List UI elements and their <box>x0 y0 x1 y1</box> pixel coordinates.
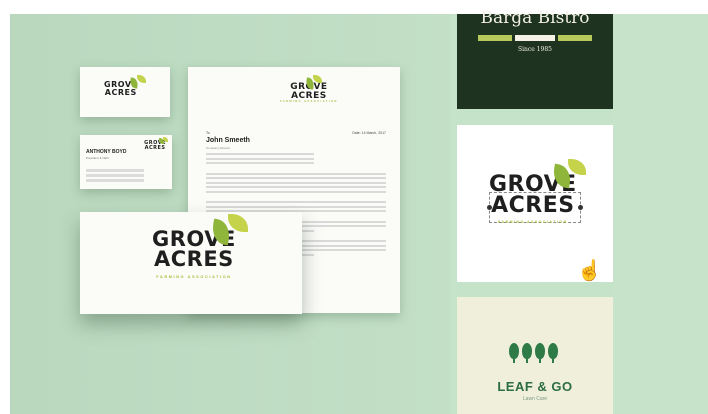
logo-word-acres: ACRES <box>491 192 575 218</box>
bistro-title: Barga Bistro <box>480 8 590 28</box>
template-tile-grove-acres[interactable]: GROVE ACRES FARMING ASSOCIATION ☝ <box>457 125 613 282</box>
right-background <box>613 14 708 414</box>
contact-line <box>86 169 144 172</box>
bistro-stripe <box>457 35 613 41</box>
letterhead-logo: GROVE ACRES FARMING ASSOCIATION <box>280 75 338 104</box>
logo-word-acres: ACRES <box>104 87 137 97</box>
template-tile-barga-bistro[interactable]: Barga Bistro Since 1985 <box>457 8 613 109</box>
logo-word-acres: ACRES <box>144 144 166 151</box>
trees-icon <box>509 343 558 363</box>
letter-recipient-role: Company Director <box>206 146 231 150</box>
leafgo-title: LEAF & GO <box>497 379 573 394</box>
leaf-icon <box>163 137 169 142</box>
logo-tagline: FARMING ASSOCIATION <box>280 100 338 104</box>
envelope-logo: GROVE ACRES FARMING ASSOCIATION <box>152 214 248 279</box>
grove-acres-logo: GROVE ACRES FARMING ASSOCIATION <box>489 159 586 224</box>
business-card-back: ANTHONY BOYD President & CEO GROVE ACRES <box>80 135 172 189</box>
business-card-back-logo: GROVE ACRES <box>144 137 169 151</box>
envelope: GROVE ACRES FARMING ASSOCIATION <box>80 212 302 314</box>
business-card-logo: GROVE ACRES <box>104 75 146 97</box>
logo-tagline: FARMING ASSOCIATION <box>156 273 232 279</box>
logo-word-acres: ACRES <box>153 246 234 271</box>
leaf-icon <box>137 75 146 83</box>
contact-line <box>86 179 144 182</box>
leafgo-subtitle: Lawn Care <box>522 396 548 402</box>
letter-to-label: To <box>206 131 210 135</box>
logo-word-acres: ACRES <box>291 90 327 101</box>
logo-tagline: FARMING ASSOCIATION <box>498 219 568 224</box>
contact-line <box>86 174 144 177</box>
letter-date: Date: 14 March, 2017 <box>352 131 386 135</box>
pointer-hand-icon: ☝ <box>577 260 602 282</box>
template-tile-leaf-and-go[interactable]: LEAF & GO Lawn Care <box>457 297 613 414</box>
contact-title: President & CEO <box>86 156 109 160</box>
bistro-subtitle: Since 1985 <box>518 46 552 53</box>
letter-recipient: John Smeeth <box>206 137 250 144</box>
business-card-front: GROVE ACRES <box>80 67 170 117</box>
selection-handle-right[interactable] <box>578 205 583 210</box>
